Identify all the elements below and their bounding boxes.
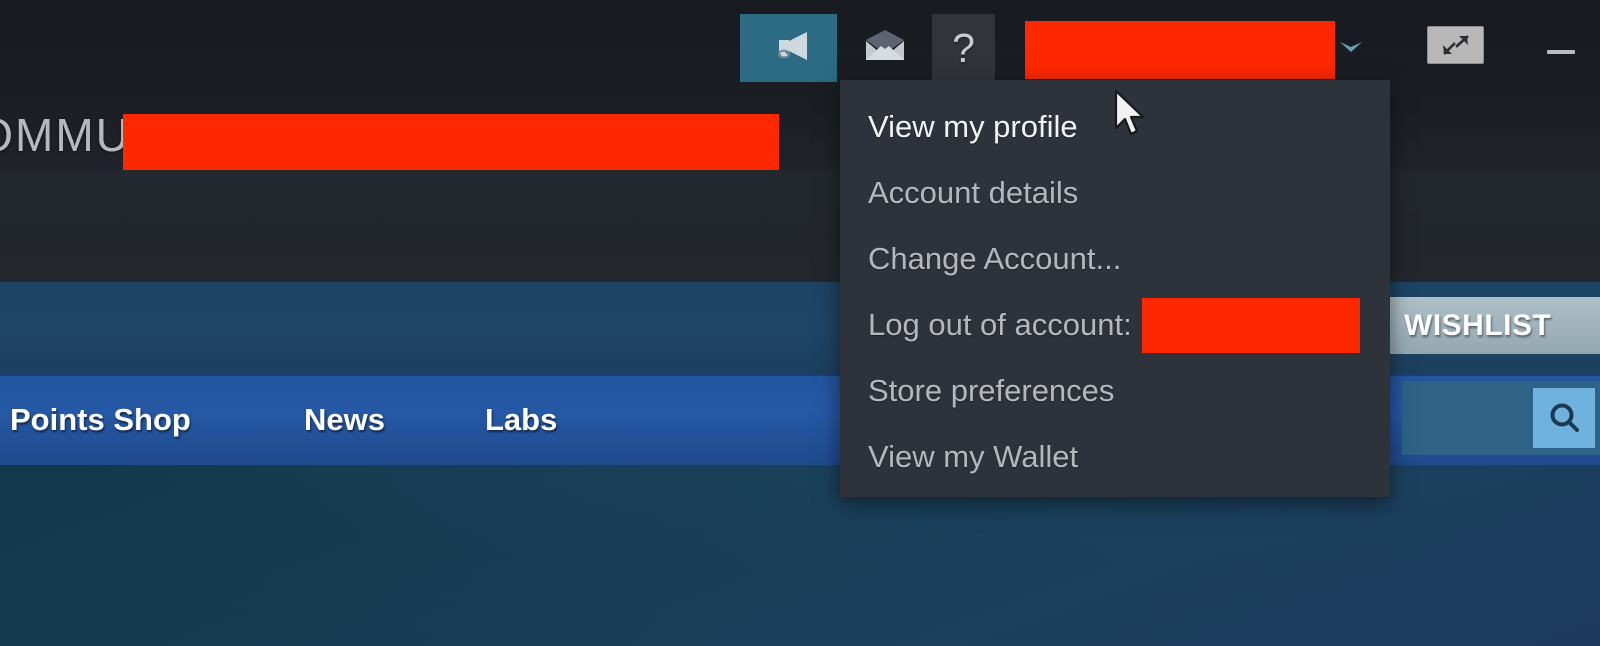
messages-button[interactable] [837,14,932,82]
menu-item-label: Change Account... [868,241,1122,276]
wishlist-button[interactable]: WISHLIST [1390,297,1600,354]
search-icon [1550,403,1579,432]
subnav-item-labs[interactable]: Labs [485,402,557,438]
app-window: ? COMMUNITY Points Shop News [0,0,1600,646]
account-dropdown-menu: View my profile Account details Change A… [840,80,1390,497]
menu-item-view-my-profile[interactable]: View my profile [840,94,1390,160]
minimize-button[interactable] [1531,26,1591,64]
restore-down-icon [1442,35,1469,55]
help-button[interactable]: ? [932,14,995,82]
menu-item-label: View my profile [868,109,1078,144]
broadcast-icon [767,29,811,68]
logout-username-redaction [1141,297,1360,353]
mail-icon [863,29,907,67]
help-icon: ? [952,24,975,71]
search-button[interactable] [1533,388,1595,448]
menu-item-label: Account details [868,175,1079,210]
menu-item-account-details[interactable]: Account details [840,160,1390,226]
subnav-item-news[interactable]: News [304,402,385,438]
minimize-icon [1547,50,1575,54]
header-icon-group: ? [740,14,995,82]
menu-item-change-account[interactable]: Change Account... [840,226,1390,292]
menu-item-view-my-wallet[interactable]: View my Wallet [840,424,1390,490]
main-nav-redaction[interactable] [123,114,779,170]
chevron-down-icon[interactable] [1338,38,1364,56]
menu-item-label: View my Wallet [868,439,1079,474]
username-redaction [1025,21,1335,79]
menu-item-store-preferences[interactable]: Store preferences [840,358,1390,424]
menu-item-label: Store preferences [868,373,1115,408]
menu-item-label: Log out of account: [868,307,1132,342]
wishlist-label: WISHLIST [1404,308,1552,342]
menu-item-log-out[interactable]: Log out of account: [840,292,1390,358]
restore-down-button[interactable] [1427,26,1484,64]
account-button[interactable] [1025,14,1390,82]
broadcast-button[interactable] [740,14,837,82]
subnav-item-points-shop[interactable]: Points Shop [10,402,191,438]
